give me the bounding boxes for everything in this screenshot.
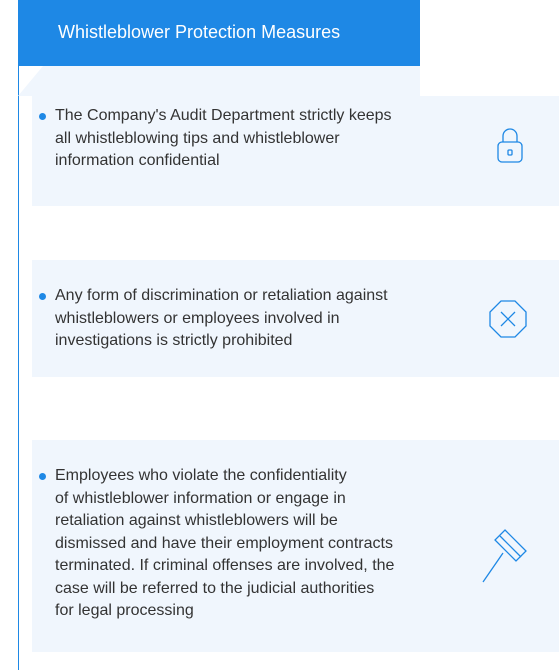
section-title: Whistleblower Protection Measures — [58, 22, 341, 42]
list-item: The Company's Audit Department strictly … — [32, 96, 559, 206]
list-item: Any form of discrimination or retaliatio… — [32, 260, 559, 377]
lock-icon — [487, 122, 533, 168]
gavel-icon — [482, 528, 528, 583]
item-text: The Company's Audit Department strictly … — [55, 107, 392, 169]
section-header: Whistleblower Protection Measures — [18, 0, 420, 66]
prohibited-x-icon — [485, 296, 531, 342]
item-text: Any form of discrimination or retaliatio… — [55, 287, 388, 349]
list-item: Employees who violate the confidentialit… — [32, 440, 559, 652]
bullet-dot — [39, 293, 46, 300]
header-tab-fold — [18, 66, 420, 96]
item-text: Employees who violate the confidentialit… — [55, 467, 395, 619]
bullet-dot — [39, 473, 46, 480]
bullet-dot — [39, 113, 46, 120]
